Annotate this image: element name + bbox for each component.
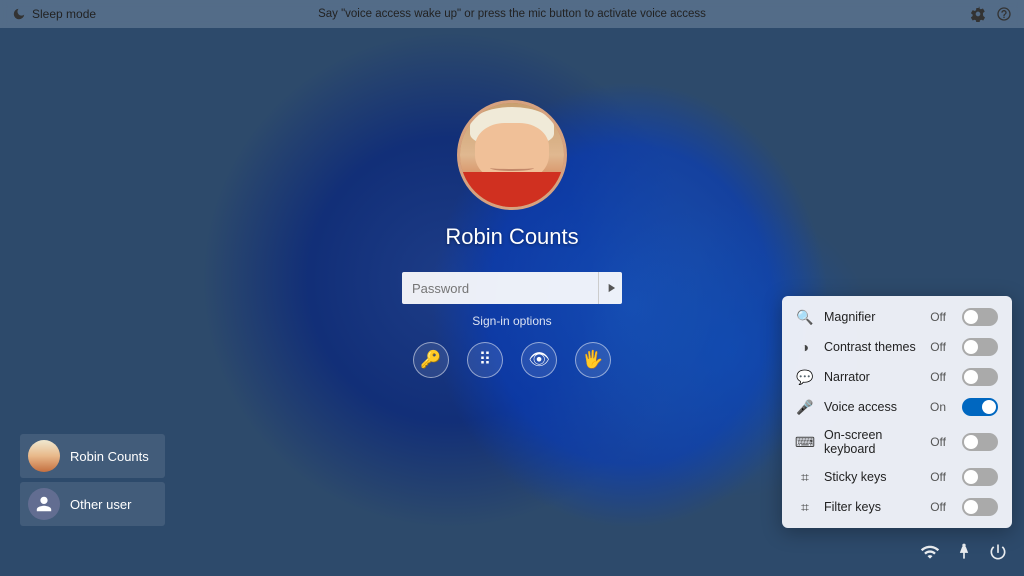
acc-filter-row: ⌗ Filter keys Off <box>782 492 1012 522</box>
magnifier-status: Off <box>930 310 946 324</box>
login-area: Robin Counts Sign-in options 🔑 ⠿ 👁 🖐 <box>402 100 622 378</box>
accessibility-bottom-icon[interactable] <box>954 542 974 567</box>
pin-signin-button[interactable]: ⠿ <box>467 342 503 378</box>
sleep-mode-area[interactable]: Sleep mode <box>12 7 96 21</box>
user-item-robin[interactable]: Robin Counts <box>20 434 165 478</box>
face-signin-button[interactable]: 👁 <box>521 342 557 378</box>
narrator-status: Off <box>930 370 946 384</box>
password-row <box>402 272 622 304</box>
sticky-status: Off <box>930 470 946 484</box>
acc-contrast-row: ◑ Contrast themes Off <box>782 332 1012 362</box>
sign-in-icon-row: 🔑 ⠿ 👁 🖐 <box>413 342 611 378</box>
acc-voice-row: 🎤 Voice access On <box>782 392 1012 422</box>
magnifier-icon: 🔍 <box>796 308 814 326</box>
accessibility-panel: 🔍 Magnifier Off ◑ Contrast themes Off 💬 … <box>782 296 1012 528</box>
acc-narrator-row: 💬 Narrator Off <box>782 362 1012 392</box>
voice-label: Voice access <box>824 400 920 414</box>
wifi-icon[interactable] <box>920 542 940 567</box>
narrator-icon: 💬 <box>796 368 814 386</box>
magnifier-label: Magnifier <box>824 310 920 324</box>
other-user-name: Other user <box>70 497 131 512</box>
sleep-label: Sleep mode <box>32 7 96 21</box>
help-icon[interactable] <box>996 6 1012 22</box>
user-list: Robin Counts Other user <box>20 434 165 526</box>
arrow-icon <box>604 281 618 295</box>
sleep-icon <box>12 7 26 21</box>
user-item-other[interactable]: Other user <box>20 482 165 526</box>
filter-status: Off <box>930 500 946 514</box>
acc-magnifier-row: 🔍 Magnifier Off <box>782 302 1012 332</box>
robin-name: Robin Counts <box>70 449 149 464</box>
other-user-avatar <box>28 488 60 520</box>
password-submit-button[interactable] <box>598 272 622 304</box>
acc-keyboard-row: ⌨ On-screen keyboard Off <box>782 422 1012 462</box>
fingerprint-signin-button[interactable]: 🖐 <box>575 342 611 378</box>
keyboard-status: Off <box>930 435 946 449</box>
contrast-icon: ◑ <box>796 338 814 356</box>
filter-label: Filter keys <box>824 500 920 514</box>
key-signin-button[interactable]: 🔑 <box>413 342 449 378</box>
voice-status: On <box>930 400 946 414</box>
contrast-status: Off <box>930 340 946 354</box>
voice-toggle[interactable] <box>962 398 998 416</box>
keyboard-toggle[interactable] <box>962 433 998 451</box>
keyboard-icon: ⌨ <box>796 433 814 451</box>
voice-icon: 🎤 <box>796 398 814 416</box>
settings-icon[interactable] <box>970 6 986 22</box>
sticky-toggle[interactable] <box>962 468 998 486</box>
user-avatar <box>457 100 567 210</box>
narrator-toggle[interactable] <box>962 368 998 386</box>
filter-toggle[interactable] <box>962 498 998 516</box>
top-bar: Sleep mode Say "voice access wake up" or… <box>0 0 1024 28</box>
filter-icon: ⌗ <box>796 498 814 516</box>
power-icon[interactable] <box>988 542 1008 567</box>
voice-hint: Say "voice access wake up" or press the … <box>318 8 706 20</box>
bottom-bar <box>0 532 1024 576</box>
acc-sticky-row: ⌗ Sticky keys Off <box>782 462 1012 492</box>
top-bar-actions <box>970 6 1012 22</box>
sticky-icon: ⌗ <box>796 468 814 486</box>
magnifier-toggle[interactable] <box>962 308 998 326</box>
password-input[interactable] <box>402 272 598 304</box>
user-display-name: Robin Counts <box>445 224 578 250</box>
keyboard-label: On-screen keyboard <box>824 428 920 456</box>
narrator-label: Narrator <box>824 370 920 384</box>
sticky-label: Sticky keys <box>824 470 920 484</box>
sign-in-options-link[interactable]: Sign-in options <box>472 314 551 328</box>
contrast-toggle[interactable] <box>962 338 998 356</box>
robin-avatar-small <box>28 440 60 472</box>
contrast-label: Contrast themes <box>824 340 920 354</box>
